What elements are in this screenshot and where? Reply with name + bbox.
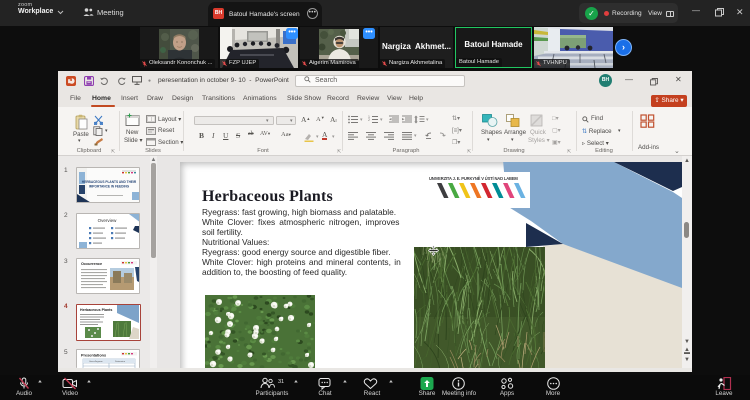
- svg-text:Determine: Determine: [115, 360, 126, 363]
- svg-text:Overview: Overview: [98, 218, 118, 223]
- svg-text:Grass/legume: Grass/legume: [89, 360, 103, 363]
- svg-text:2: 2: [368, 118, 370, 122]
- svg-text:Herbaceous Plants: Herbaceous Plants: [80, 308, 112, 312]
- svg-text:Presentations: Presentations: [81, 354, 106, 358]
- svg-text:Occurrence: Occurrence: [81, 262, 102, 266]
- svg-text:IMPORTANCE IN FEEDING: IMPORTANCE IN FEEDING: [89, 185, 130, 189]
- svg-text:HERBACEOUS PLANTS AND THEIR: HERBACEOUS PLANTS AND THEIR: [82, 180, 137, 184]
